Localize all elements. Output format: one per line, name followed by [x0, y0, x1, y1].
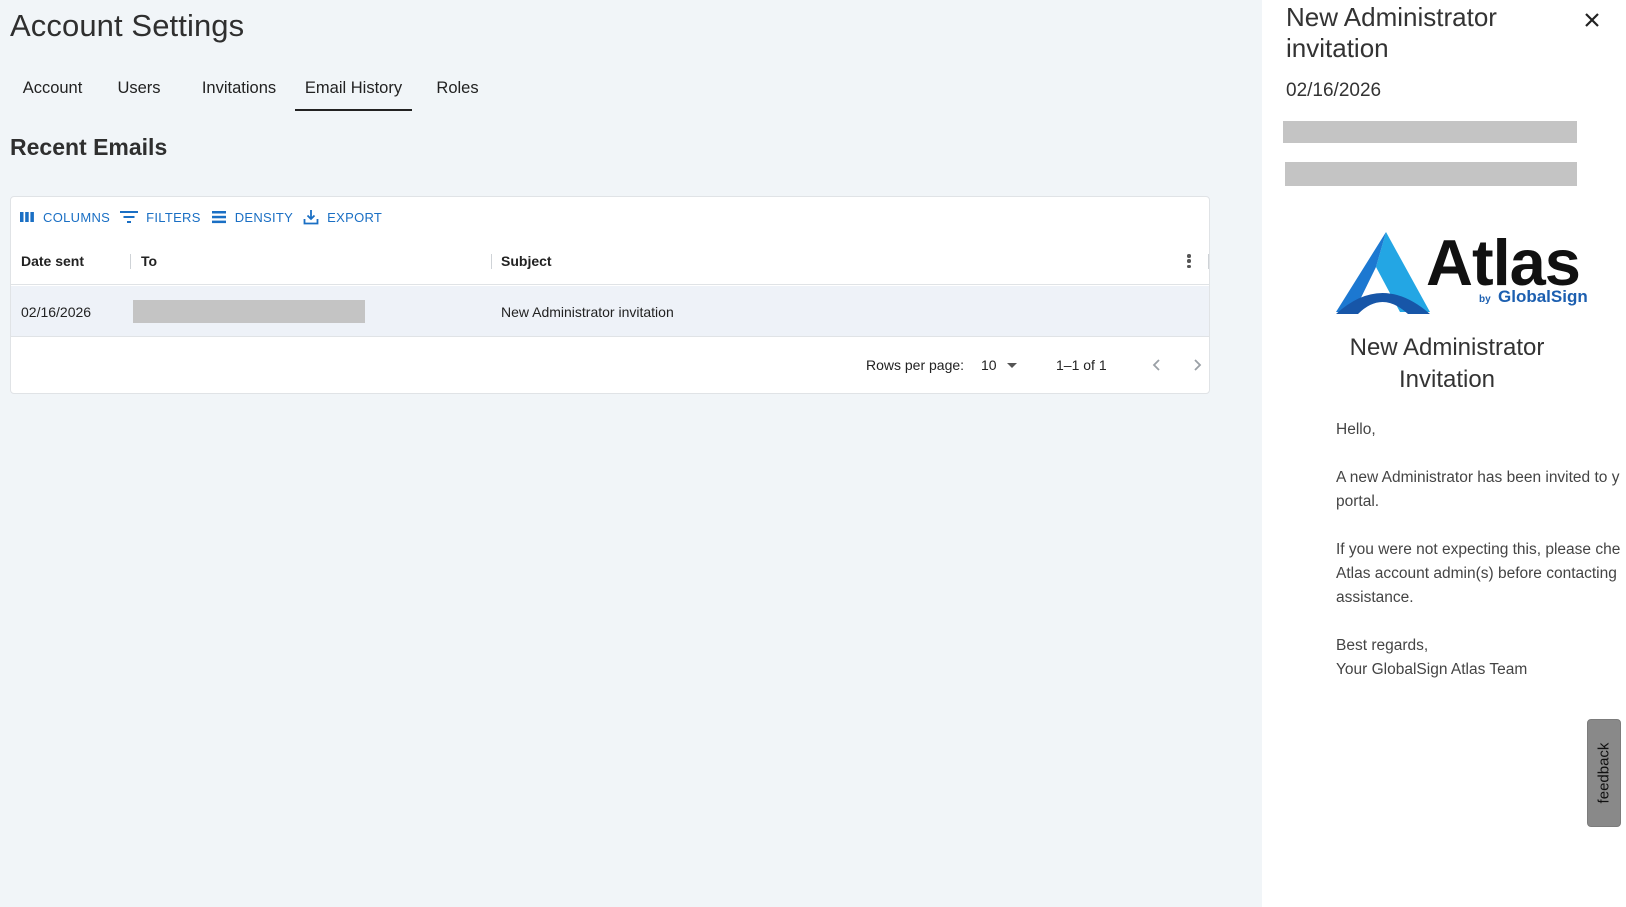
column-separator[interactable] [491, 254, 492, 269]
email-line: assistance. [1336, 589, 1414, 606]
drawer-title: New Administrator invitation [1286, 2, 1497, 63]
columns-label: COLUMNS [43, 209, 111, 225]
tab-roles[interactable]: Roles [412, 64, 503, 112]
email-closing: Best regards, Your GlobalSign Atlas Team [1336, 634, 1626, 682]
email-line: Your GlobalSign Atlas Team [1336, 661, 1528, 678]
table-row[interactable]: 02/16/2026 New Administrator invitation [11, 286, 1209, 337]
email-heading: New Administrator Invitation [1349, 334, 1545, 393]
email-line: If you were not expecting this, please c… [1336, 541, 1621, 558]
tab-account[interactable]: Account [10, 64, 95, 112]
email-preview-drawer: New Administrator invitation 02/16/2026 … [1262, 0, 1626, 907]
next-page-button[interactable] [1184, 352, 1209, 378]
filter-icon [120, 211, 139, 223]
main-content: Account Settings Account Users Invitatio… [0, 0, 1262, 907]
cell-to [133, 286, 365, 337]
feedback-button[interactable]: feedback [1587, 719, 1621, 827]
atlas-mountain-icon [1336, 232, 1430, 314]
email-line: Atlas account admin(s) before contacting [1336, 565, 1617, 582]
grid-footer: Rows per page: 10 1–1 of 1 [11, 338, 1209, 393]
email-paragraph: If you were not expecting this, please c… [1336, 538, 1626, 610]
email-history-grid: COLUMNS FILTERS DENSITY EXPORT Date sent… [10, 196, 1210, 394]
rows-per-page-value: 10 [981, 357, 997, 373]
chevron-left-icon [1152, 359, 1160, 371]
cell-date-sent: 02/16/2026 [21, 303, 92, 320]
email-line: portal. [1336, 493, 1380, 510]
density-label: DENSITY [234, 209, 294, 225]
caret-down-icon [1006, 362, 1017, 368]
columns-icon [20, 212, 34, 222]
tab-email-history[interactable]: Email History [295, 64, 412, 112]
column-menu-icon[interactable] [1181, 253, 1197, 269]
filters-label: FILTERS [146, 209, 201, 225]
page-title: Account Settings [10, 8, 245, 43]
chevron-right-icon [1194, 359, 1202, 371]
email-body: Hello, A new Administrator has been invi… [1336, 418, 1626, 706]
filters-button[interactable]: FILTERS [120, 209, 201, 225]
export-icon [303, 210, 319, 225]
column-header-date-sent[interactable]: Date sent [21, 237, 84, 285]
density-button[interactable]: DENSITY [211, 209, 293, 225]
tab-bar: Account Users Invitations Email History … [10, 64, 503, 112]
email-greeting: Hello, [1336, 421, 1376, 438]
email-paragraph: A new Administrator has been invited to … [1336, 466, 1626, 514]
previous-page-button[interactable] [1144, 352, 1170, 378]
drawer-date: 02/16/2026 [1286, 80, 1382, 101]
close-drawer-button[interactable] [1580, 8, 1604, 32]
export-button[interactable]: EXPORT [303, 209, 382, 225]
columns-button[interactable]: COLUMNS [19, 209, 110, 225]
column-header-subject[interactable]: Subject [501, 237, 552, 285]
tab-users[interactable]: Users [95, 64, 183, 112]
section-title: Recent Emails [10, 134, 168, 160]
column-header-to[interactable]: To [141, 237, 157, 285]
logo-brand: GlobalSign [1498, 287, 1588, 306]
logo-by: by [1479, 294, 1491, 305]
export-label: EXPORT [327, 209, 383, 225]
rows-per-page-select[interactable]: 10 [981, 357, 1017, 373]
pagination-range: 1–1 of 1 [1056, 357, 1107, 373]
close-icon [1585, 13, 1599, 27]
atlas-logo: Atlas by GlobalSign [1336, 228, 1596, 314]
tab-invitations[interactable]: Invitations [183, 64, 295, 112]
email-line: Best regards, [1336, 637, 1429, 654]
column-separator[interactable] [1208, 254, 1209, 269]
grid-toolbar: COLUMNS FILTERS DENSITY EXPORT [19, 205, 392, 229]
cell-subject: New Administrator invitation [501, 303, 674, 320]
grid-header: Date sent To Subject [11, 237, 1209, 285]
redacted-recipient [133, 300, 365, 323]
density-icon [211, 211, 226, 224]
column-separator[interactable] [130, 254, 131, 269]
redacted-field [1283, 121, 1577, 143]
email-line: A new Administrator has been invited to … [1336, 469, 1620, 486]
rows-per-page-label: Rows per page: [866, 357, 965, 373]
redacted-field [1285, 162, 1577, 186]
feedback-label: feedback [1595, 742, 1613, 804]
